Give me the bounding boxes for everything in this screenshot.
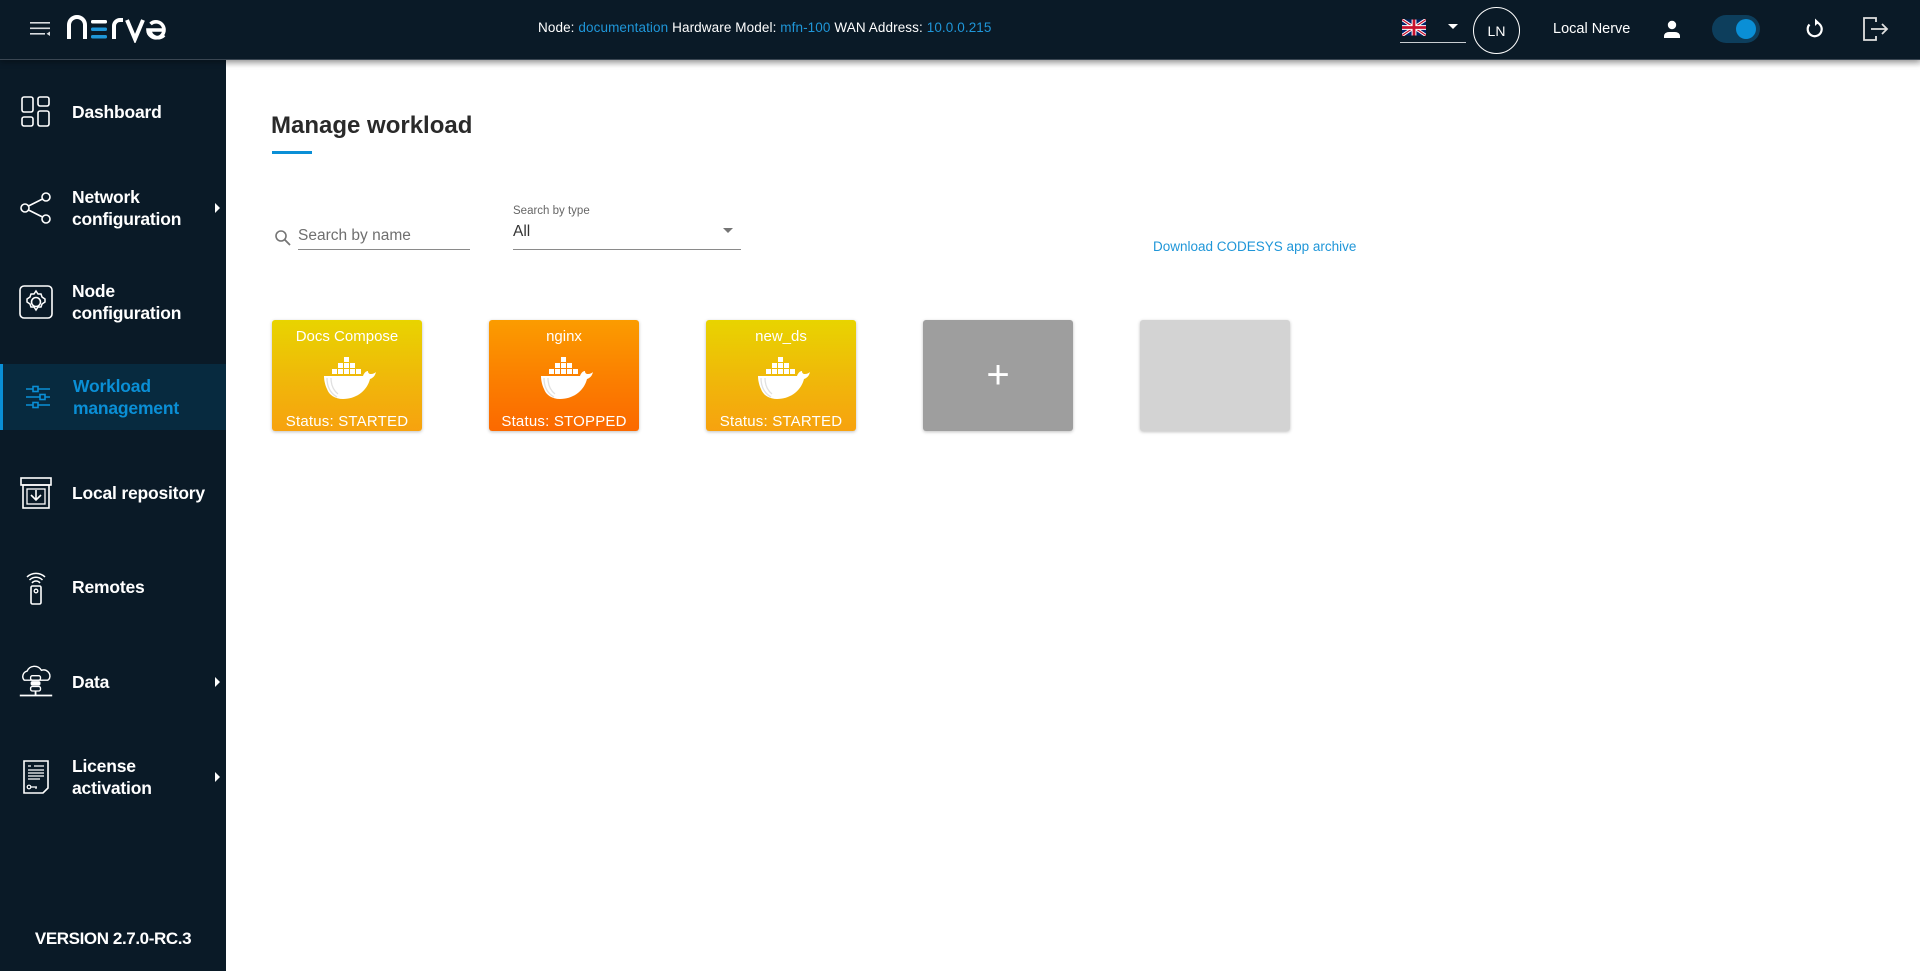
chevron-down-icon <box>1448 24 1458 29</box>
chevron-right-icon <box>215 677 220 687</box>
license-document-icon <box>23 760 49 794</box>
search-input[interactable] <box>298 223 470 250</box>
sidebar-item-label: License activation <box>72 756 152 798</box>
sidebar-item-local-repository[interactable]: Local repository <box>0 460 226 526</box>
sidebar-item-data[interactable]: Data <box>0 649 226 715</box>
wan-value: 10.0.0.215 <box>926 20 992 35</box>
page-title: Manage workload <box>271 112 473 139</box>
uk-flag-icon <box>1402 19 1426 36</box>
node-info: Node: documentation Hardware Model: mfn-… <box>538 20 992 35</box>
type-select-value: All <box>513 223 531 240</box>
plus-icon: + <box>986 353 1010 397</box>
sidebar-item-label: Remotes <box>72 577 145 597</box>
sidebar-item-label: Dashboard <box>72 102 162 122</box>
chevron-down-icon <box>723 228 733 233</box>
workload-name: Docs Compose <box>295 328 399 345</box>
type-select-label: Search by type <box>513 205 590 217</box>
docker-icon <box>756 356 811 400</box>
user-icon[interactable] <box>1662 19 1682 39</box>
share-network-icon <box>20 192 51 224</box>
menu-collapse-icon[interactable] <box>28 18 52 42</box>
sidebar-item-remotes[interactable]: Remotes <box>0 554 226 620</box>
workload-name: new_ds <box>755 328 807 345</box>
chevron-right-icon <box>215 772 220 782</box>
select-underline <box>513 249 741 250</box>
sidebar-item-node-configuration[interactable]: Node configuration <box>0 269 226 335</box>
sidebar-item-license-activation[interactable]: License activation <box>0 744 226 810</box>
language-select[interactable] <box>1400 16 1466 43</box>
title-underline <box>272 151 312 154</box>
theme-toggle[interactable] <box>1712 15 1760 43</box>
sidebar: Dashboard Network configuration Node con… <box>0 60 226 971</box>
main-content: Manage workload Search by type All Downl… <box>226 60 1920 971</box>
workload-tile[interactable]: Docs Compose Status: STARTED <box>272 320 422 431</box>
sidebar-item-label: Network configuration <box>72 187 182 229</box>
avatar[interactable]: LN <box>1473 7 1520 54</box>
workload-name: nginx <box>546 328 582 345</box>
workload-status: Status: STARTED <box>719 413 843 430</box>
hardware-value: mfn-100 <box>780 20 831 35</box>
hardware-label: Hardware Model: <box>672 20 777 35</box>
sidebar-item-label: Workload management <box>73 376 179 418</box>
node-value: documentation <box>578 20 669 35</box>
search-by-name-field <box>274 215 471 250</box>
repository-download-icon <box>20 477 52 509</box>
search-icon <box>275 230 291 246</box>
node-label: Node: <box>538 20 575 35</box>
docker-icon <box>539 356 594 400</box>
sidebar-item-label: Data <box>72 672 110 692</box>
avatar-initials: LN <box>1487 22 1506 39</box>
logout-icon[interactable] <box>1862 16 1890 42</box>
nerve-logo[interactable] <box>66 11 168 43</box>
refresh-icon[interactable] <box>1803 18 1825 40</box>
workload-tile[interactable]: new_ds Status: STARTED <box>706 320 856 431</box>
empty-workload-tile <box>1140 320 1290 431</box>
gear-icon <box>19 285 53 319</box>
toggle-knob <box>1736 19 1756 39</box>
chevron-right-icon <box>215 203 220 213</box>
docker-icon <box>322 356 377 400</box>
sidebar-item-workload-management[interactable]: Workload management <box>0 364 226 430</box>
sidebar-item-label: Node configuration <box>72 281 182 323</box>
wan-label: WAN Address: <box>834 20 923 35</box>
add-workload-button[interactable]: + <box>923 320 1073 431</box>
sliders-icon <box>26 385 50 409</box>
sidebar-item-network-configuration[interactable]: Network configuration <box>0 175 226 241</box>
sidebar-item-label: Local repository <box>72 483 205 503</box>
top-bar: Node: documentation Hardware Model: mfn-… <box>0 0 1920 60</box>
workload-tile[interactable]: nginx Status: STOPPED <box>489 320 639 431</box>
download-codesys-link[interactable]: Download CODESYS app archive <box>1153 239 1356 254</box>
version-label: VERSION 2.7.0-RC.3 <box>34 929 192 948</box>
sidebar-item-dashboard[interactable]: Dashboard <box>0 79 226 145</box>
dashboard-icon <box>21 96 50 127</box>
workload-status: Status: STARTED <box>285 413 409 430</box>
cloud-database-icon <box>19 665 53 697</box>
remote-signal-icon <box>26 572 46 605</box>
user-name: Local Nerve <box>1553 21 1631 37</box>
workload-status: Status: STOPPED <box>501 413 627 430</box>
search-by-type-select[interactable]: Search by type All <box>513 205 741 250</box>
